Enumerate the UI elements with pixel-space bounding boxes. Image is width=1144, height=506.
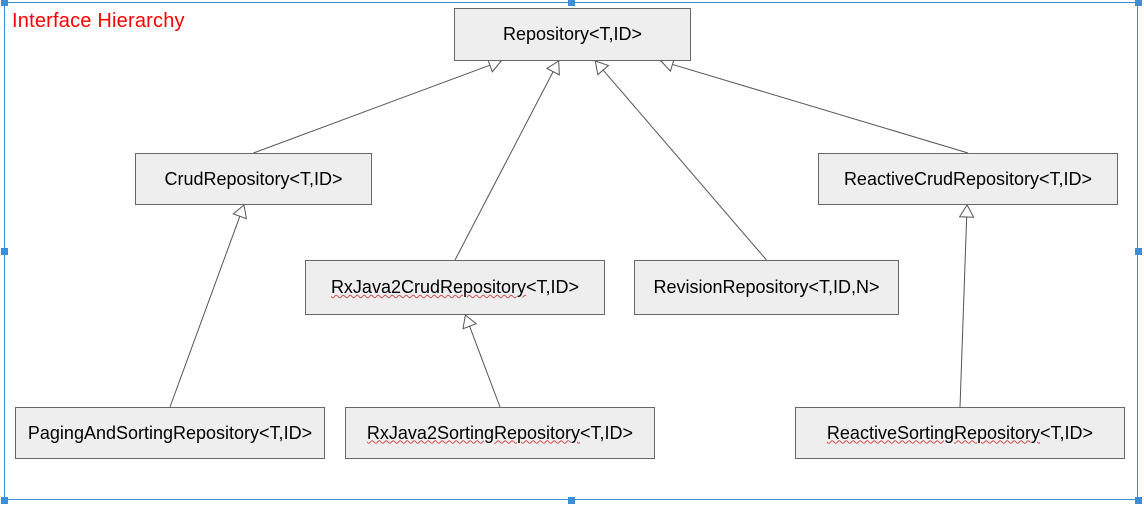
node-reactive-crud[interactable]: ReactiveCrudRepository<T,ID> bbox=[818, 153, 1118, 205]
selection-handle[interactable] bbox=[1135, 248, 1142, 255]
node-reactive-sorting[interactable]: ReactiveSortingRepository<T,ID> bbox=[795, 407, 1125, 459]
node-crud[interactable]: CrudRepository<T,ID> bbox=[135, 153, 372, 205]
node-label: Repository<T,ID> bbox=[503, 24, 642, 45]
node-rxjava2-sorting[interactable]: RxJava2SortingRepository<T,ID> bbox=[345, 407, 655, 459]
node-label: RxJava2SortingRepository<T,ID> bbox=[367, 423, 633, 444]
selection-handle[interactable] bbox=[568, 497, 575, 504]
selection-handle[interactable] bbox=[1135, 0, 1142, 6]
node-label: PagingAndSortingRepository<T,ID> bbox=[28, 423, 312, 444]
selection-handle[interactable] bbox=[1135, 497, 1142, 504]
node-label: ReactiveCrudRepository<T,ID> bbox=[844, 169, 1092, 190]
selection-handle[interactable] bbox=[1, 0, 8, 6]
selection-handle[interactable] bbox=[568, 0, 575, 6]
node-label: RxJava2CrudRepository<T,ID> bbox=[331, 277, 579, 298]
node-paging-sorting[interactable]: PagingAndSortingRepository<T,ID> bbox=[15, 407, 325, 459]
diagram-canvas[interactable]: Interface Hierarchy Repository<T,ID> Crud… bbox=[0, 0, 1144, 506]
selection-handle[interactable] bbox=[1, 497, 8, 504]
node-label: ReactiveSortingRepository<T,ID> bbox=[827, 423, 1093, 444]
node-revision[interactable]: RevisionRepository<T,ID,N> bbox=[634, 260, 899, 315]
node-repository[interactable]: Repository<T,ID> bbox=[454, 8, 691, 61]
node-label: CrudRepository<T,ID> bbox=[164, 169, 342, 190]
diagram-title: Interface Hierarchy bbox=[12, 10, 185, 33]
node-rxjava2-crud[interactable]: RxJava2CrudRepository<T,ID> bbox=[305, 260, 605, 315]
node-label: RevisionRepository<T,ID,N> bbox=[653, 277, 879, 298]
selection-handle[interactable] bbox=[1, 248, 8, 255]
